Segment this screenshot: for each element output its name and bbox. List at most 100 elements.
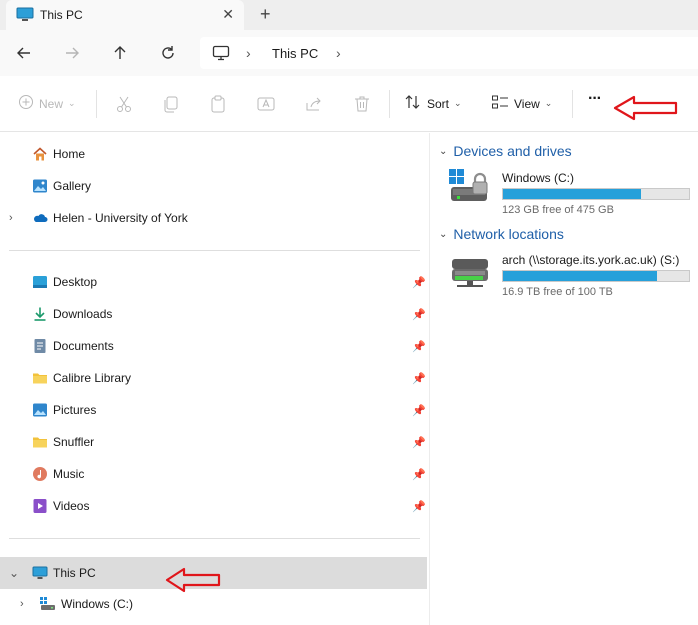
new-label: New: [39, 96, 64, 111]
view-icon: [491, 94, 509, 113]
downloads-icon: [32, 306, 48, 322]
delete-icon[interactable]: [352, 94, 372, 114]
sidebar-item-gallery[interactable]: Gallery: [0, 172, 427, 200]
pin-icon[interactable]: 📌: [412, 340, 426, 353]
drive-usage-fill: [503, 271, 658, 281]
this-pc-icon: [16, 7, 34, 26]
sort-button[interactable]: Sort ⌄: [404, 94, 462, 113]
folder-icon: [32, 370, 48, 386]
sidebar-divider: [9, 250, 420, 251]
sidebar-item-label: Desktop: [53, 275, 98, 289]
sidebar-item-documents[interactable]: Documents 📌: [0, 332, 427, 360]
documents-icon: [32, 338, 48, 354]
pin-icon[interactable]: 📌: [412, 308, 426, 321]
sidebar-item-label: Calibre Library: [53, 371, 132, 385]
monitor-icon: [212, 45, 230, 64]
new-button[interactable]: New ⌄: [18, 94, 76, 113]
view-button[interactable]: View ⌄: [491, 94, 552, 113]
sidebar-item-desktop[interactable]: Desktop 📌: [0, 268, 427, 296]
ellipsis-icon: ···: [588, 90, 602, 107]
sidebar-item-label: Pictures: [53, 403, 97, 417]
pin-icon[interactable]: 📌: [412, 500, 426, 513]
up-icon[interactable]: [110, 43, 130, 63]
devices-group-header[interactable]: ⌄ Devices and drives: [439, 143, 572, 159]
tab-this-pc[interactable]: This PC ✕: [6, 0, 244, 30]
address-bar[interactable]: › This PC ›: [200, 37, 698, 69]
pin-icon[interactable]: 📌: [412, 276, 426, 289]
pin-icon[interactable]: 📌: [412, 404, 426, 417]
pin-icon[interactable]: 📌: [412, 372, 426, 385]
drive-name: arch (\\storage.its.york.ac.uk) (S:): [502, 253, 680, 267]
sidebar-item-label: Documents: [53, 339, 114, 353]
close-tab-icon[interactable]: ✕: [222, 6, 234, 23]
sidebar-item-pictures[interactable]: Pictures 📌: [0, 396, 427, 424]
drive-usage-bar: [502, 188, 690, 200]
pin-icon[interactable]: 📌: [412, 436, 426, 449]
chevron-down-icon: ⌄: [68, 98, 76, 108]
sidebar-item-label: Downloads: [53, 307, 113, 321]
refresh-icon[interactable]: [158, 43, 178, 63]
group-heading: Devices and drives: [453, 143, 572, 159]
navigation-bar: › This PC ›: [0, 30, 698, 76]
pictures-icon: [32, 402, 48, 418]
windows-drive-icon: [449, 169, 491, 209]
pin-icon[interactable]: 📌: [412, 468, 426, 481]
sidebar-item-music[interactable]: Music 📌: [0, 460, 427, 488]
sort-icon: [404, 94, 422, 113]
chevron-down-icon: ⌄: [439, 145, 448, 157]
sidebar-item-calibre-library[interactable]: Calibre Library 📌: [0, 364, 427, 392]
network-group-header[interactable]: ⌄ Network locations: [439, 226, 564, 242]
tab-strip: This PC ✕ +: [0, 0, 698, 30]
this-pc-icon: [32, 565, 48, 581]
sidebar-item-onedrive[interactable]: › Helen - University of York: [0, 204, 427, 232]
content-pane: ⌄ Devices and drives Windows (C:) 123 GB…: [431, 133, 698, 625]
drive-tile[interactable]: Windows (C:) 123 GB free of 475 GB: [449, 169, 694, 217]
new-tab-button[interactable]: +: [260, 4, 271, 25]
chevron-right-icon[interactable]: ›: [246, 45, 251, 61]
drive-free-space: 123 GB free of 475 GB: [502, 204, 614, 216]
drive-name: Windows (C:): [502, 171, 575, 185]
copy-icon[interactable]: [161, 94, 181, 114]
cut-icon[interactable]: [114, 94, 134, 114]
videos-icon: [32, 498, 48, 514]
gallery-icon: [32, 178, 48, 194]
toolbar-divider: [389, 90, 390, 118]
network-drive-icon: [449, 251, 491, 291]
windows-drive-icon: [39, 596, 55, 612]
sidebar-divider: [9, 538, 420, 539]
sidebar-item-label: Music: [53, 467, 85, 481]
chevron-right-icon[interactable]: ›: [20, 598, 24, 610]
back-icon[interactable]: [14, 43, 34, 63]
sidebar-item-label: Home: [53, 147, 86, 161]
music-icon: [32, 466, 48, 482]
chevron-right-icon[interactable]: ›: [9, 212, 13, 224]
add-icon: [18, 94, 34, 113]
group-heading: Network locations: [453, 226, 564, 242]
more-options-button[interactable]: ···: [588, 90, 602, 108]
sidebar-item-snuffler[interactable]: Snuffler 📌: [0, 428, 427, 456]
sidebar-item-label: Videos: [53, 499, 90, 513]
desktop-icon: [32, 274, 48, 290]
toolbar-divider: [96, 90, 97, 118]
sidebar-item-label: Snuffler: [53, 435, 95, 449]
sidebar-item-downloads[interactable]: Downloads 📌: [0, 300, 427, 328]
rename-icon[interactable]: [256, 94, 276, 114]
folder-icon: [32, 434, 48, 450]
onedrive-icon: [32, 210, 48, 226]
network-drive-tile[interactable]: arch (\\storage.its.york.ac.uk) (S:) 16.…: [449, 251, 694, 299]
sidebar-item-windows-drive[interactable]: › Windows (C:): [0, 590, 427, 618]
sidebar-item-label: Windows (C:): [61, 597, 134, 611]
drive-free-space: 16.9 TB free of 100 TB: [502, 286, 613, 298]
forward-icon[interactable]: [62, 43, 82, 63]
sidebar-item-videos[interactable]: Videos 📌: [0, 492, 427, 520]
sidebar-item-home[interactable]: Home: [0, 140, 427, 168]
share-icon[interactable]: [304, 94, 324, 114]
drive-usage-fill: [503, 189, 641, 199]
chevron-right-icon[interactable]: ›: [336, 45, 341, 61]
sidebar-item-label: Helen - University of York: [53, 211, 188, 225]
address-path[interactable]: This PC: [272, 46, 318, 61]
chevron-down-icon[interactable]: ⌄: [9, 566, 19, 580]
paste-icon[interactable]: [208, 94, 228, 114]
home-icon: [32, 146, 48, 162]
chevron-down-icon: ⌄: [454, 98, 462, 108]
